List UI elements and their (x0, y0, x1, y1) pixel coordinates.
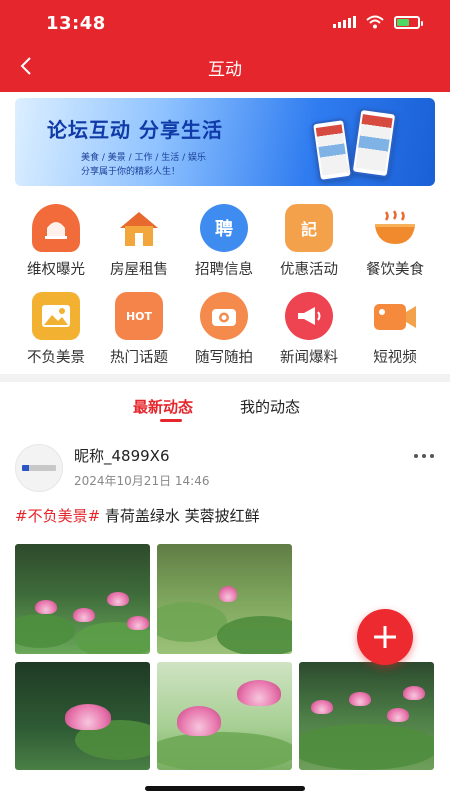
status-icons (333, 15, 423, 29)
page-title: 互动 (208, 60, 242, 80)
feature-item-short-video[interactable]: 短视频 (350, 292, 440, 367)
section-divider (0, 374, 450, 382)
feature-label: 热门话题 (110, 350, 168, 366)
feature-item-rights[interactable]: 维权曝光 (11, 204, 101, 279)
feature-label: 不负美景 (27, 350, 85, 366)
post-time: 2024年10月21日 14:46 (74, 474, 210, 488)
avatar[interactable] (15, 444, 63, 492)
feature-label: 招聘信息 (195, 262, 253, 278)
post-photo[interactable] (157, 544, 292, 654)
post-text: 青荷盖绿水 芙蓉披红鲜 (100, 507, 260, 525)
feature-item-jobs[interactable]: 聘 招聘信息 (179, 204, 269, 279)
feed-tabs: 最新动态 我的动态 (0, 390, 450, 426)
feature-label: 餐饮美食 (366, 262, 424, 278)
feature-item-news-tips[interactable]: 新闻爆料 (264, 292, 354, 367)
home-indicator (145, 786, 305, 791)
feature-label: 短视频 (373, 350, 417, 366)
banner-title: 论坛互动 分享生活 (47, 118, 223, 142)
tab-mine[interactable]: 我的动态 (240, 396, 300, 417)
post-content: #不负美景# 青荷盖绿水 芙蓉披红鲜 (15, 505, 260, 526)
wifi-icon (366, 15, 384, 29)
bowl-icon (371, 204, 419, 252)
phone-illustration (310, 117, 354, 183)
landscape-photo-icon (32, 292, 80, 340)
logo-icon (22, 465, 56, 471)
feature-item-snapshot[interactable]: 随写随拍 (179, 292, 269, 367)
create-post-button[interactable] (357, 609, 413, 665)
active-tab-indicator (160, 419, 182, 422)
status-time: 13:48 (46, 13, 106, 34)
tab-latest[interactable]: 最新动态 (133, 396, 193, 417)
post-photo[interactable] (15, 662, 150, 770)
signal-icon (333, 16, 356, 28)
post-hashtag[interactable]: #不负美景# (15, 507, 100, 525)
feature-label: 维权曝光 (27, 262, 85, 278)
feature-item-food[interactable]: 餐饮美食 (350, 204, 440, 279)
post-author[interactable]: 昵称_4899X6 (74, 445, 170, 466)
header-bar: 13:48 互动 (0, 0, 450, 92)
feature-label: 优惠活动 (280, 262, 338, 278)
house-icon (115, 204, 163, 252)
forum-banner[interactable]: 论坛互动 分享生活 美食 / 美景 / 工作 / 生活 / 娱乐 分享属于你的精… (15, 98, 435, 186)
hot-flame-icon: HOT (115, 292, 163, 340)
post-photo[interactable] (157, 662, 292, 770)
camera-icon (200, 292, 248, 340)
loudspeaker-icon (285, 292, 333, 340)
battery-icon (394, 15, 423, 29)
feature-item-housing[interactable]: 房屋租售 (94, 204, 184, 279)
post-photo[interactable] (299, 662, 434, 770)
post-photo[interactable] (15, 544, 150, 654)
hire-icon: 聘 (200, 204, 248, 252)
more-options-button[interactable] (414, 454, 434, 458)
phone-illustration (350, 107, 398, 179)
video-camera-icon (371, 292, 419, 340)
notebook-icon: 記 (285, 204, 333, 252)
feature-item-hot-topics[interactable]: HOT 热门话题 (94, 292, 184, 367)
banner-subtitle: 分享属于你的精彩人生！ (81, 167, 181, 177)
banner-tags: 美食 / 美景 / 工作 / 生活 / 娱乐 (81, 153, 207, 163)
megaphone-alarm-icon (32, 204, 80, 252)
feature-label: 随写随拍 (195, 350, 253, 366)
feature-label: 房屋租售 (110, 262, 168, 278)
plus-icon (374, 626, 396, 648)
feature-label: 新闻爆料 (280, 350, 338, 366)
feature-item-scenery[interactable]: 不负美景 (11, 292, 101, 367)
feature-item-promotions[interactable]: 記 优惠活动 (264, 204, 354, 279)
